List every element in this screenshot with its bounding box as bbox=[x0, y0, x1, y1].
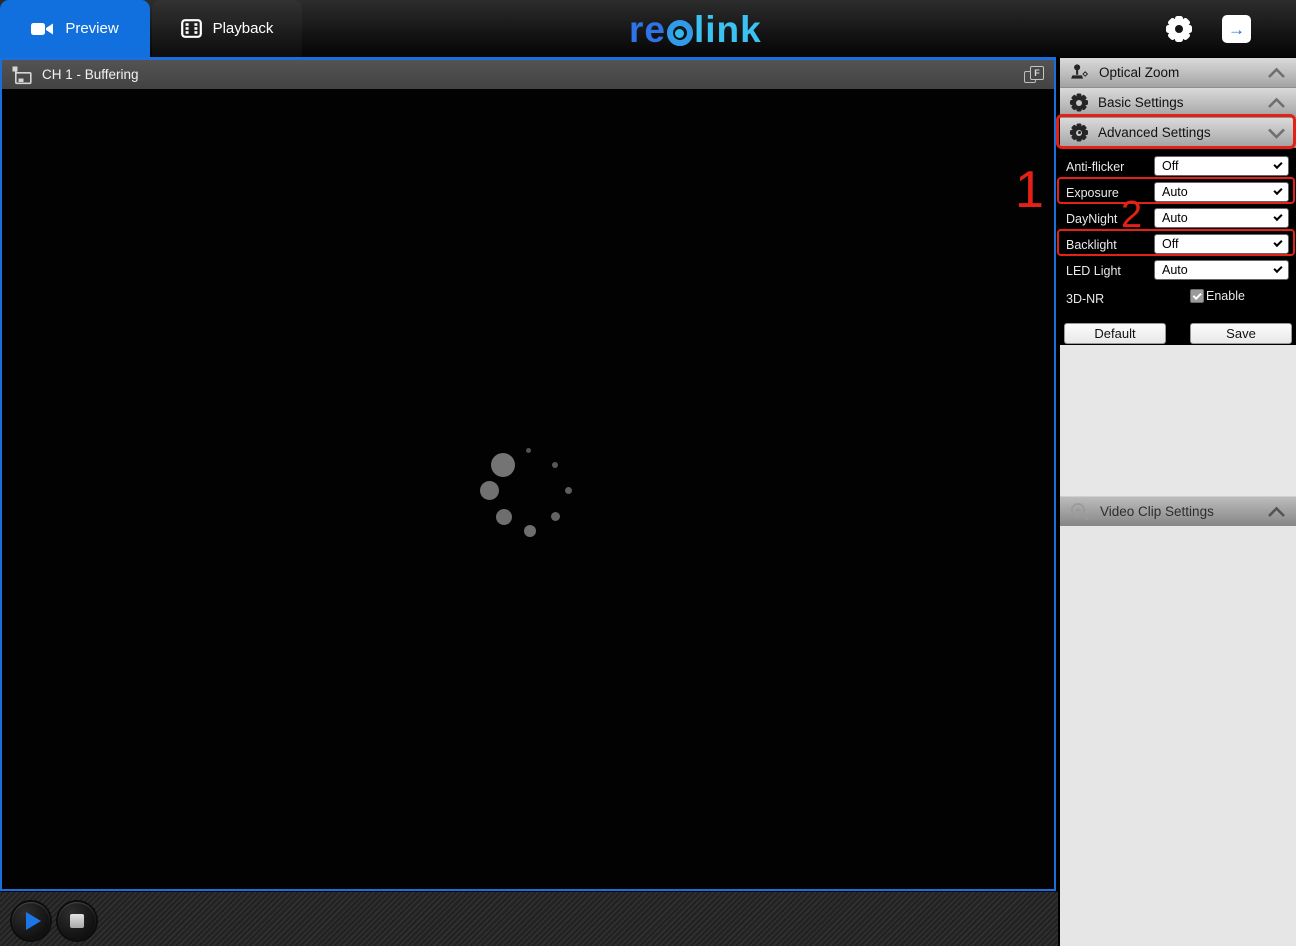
tab-playback[interactable]: Playback bbox=[152, 0, 302, 57]
led-light-select[interactable]: Auto bbox=[1154, 260, 1289, 280]
tab-preview[interactable]: Preview bbox=[0, 0, 150, 57]
logo-text-link: link bbox=[693, 9, 762, 50]
stop-icon bbox=[70, 914, 84, 928]
save-button[interactable]: Save bbox=[1190, 323, 1292, 344]
channel-title: CH 1 - Buffering bbox=[42, 67, 139, 82]
section-label: Optical Zoom bbox=[1099, 65, 1180, 80]
video-title-bar: CH 1 - Buffering F bbox=[2, 60, 1054, 89]
logout-arrow-icon: → bbox=[1228, 19, 1245, 39]
tab-preview-label: Preview bbox=[65, 20, 119, 37]
setting-label: Anti-flicker bbox=[1066, 160, 1125, 174]
film-icon bbox=[180, 19, 202, 38]
chevron-up-icon bbox=[1268, 97, 1285, 108]
exposure-select[interactable]: Auto bbox=[1154, 182, 1289, 202]
enable-checkbox[interactable] bbox=[1190, 289, 1204, 303]
chevron-down-icon bbox=[1273, 211, 1283, 222]
button-row: Default Save bbox=[1060, 323, 1296, 347]
play-icon bbox=[25, 912, 41, 930]
play-button[interactable] bbox=[12, 902, 50, 940]
section-advanced-settings[interactable]: Advanced Settings bbox=[1060, 118, 1296, 148]
stream-mode-letter: F bbox=[1030, 65, 1044, 80]
section-video-clip-settings[interactable]: Video Clip Settings bbox=[1060, 496, 1296, 526]
top-bar: Preview Playback re link → bbox=[0, 0, 1296, 57]
chevron-down-icon bbox=[1273, 263, 1283, 274]
section-basic-settings[interactable]: Basic Settings bbox=[1060, 88, 1296, 118]
section-label: Basic Settings bbox=[1098, 95, 1184, 110]
camera-icon bbox=[31, 22, 54, 35]
enable-checkbox-label: Enable bbox=[1206, 289, 1245, 303]
setting-label: 3D-NR bbox=[1066, 292, 1105, 306]
section-label: Video Clip Settings bbox=[1100, 504, 1214, 519]
default-button[interactable]: Default bbox=[1064, 323, 1166, 344]
playback-control-bar bbox=[0, 891, 1058, 946]
select-value: Off bbox=[1162, 159, 1179, 173]
reolink-client-window: Preview Playback re link → CH 1 - Buffer… bbox=[0, 0, 1296, 946]
logo-text-re: re bbox=[629, 9, 666, 50]
stop-button[interactable] bbox=[58, 902, 96, 940]
chevron-down-icon bbox=[1273, 237, 1283, 248]
anti-flicker-select[interactable]: Off bbox=[1154, 156, 1289, 176]
settings-sidebar: Optical Zoom Basic Settings Advanced Set… bbox=[1060, 58, 1296, 946]
setting-label: Exposure bbox=[1066, 186, 1119, 200]
annotation-step-1: 1 bbox=[1015, 161, 1044, 219]
enable-checkbox-group[interactable]: Enable bbox=[1190, 289, 1245, 303]
gear-advanced-icon bbox=[1070, 123, 1088, 142]
reolink-logo: re link bbox=[629, 9, 762, 50]
setting-label: DayNight bbox=[1066, 212, 1118, 226]
joystick-icon bbox=[1071, 64, 1089, 79]
backlight-select[interactable]: Off bbox=[1154, 234, 1289, 254]
zoom-in-icon bbox=[1071, 503, 1089, 521]
chevron-up-icon bbox=[1268, 67, 1285, 78]
setting-row-exposure: Exposure Auto bbox=[1060, 181, 1296, 207]
daynight-select[interactable]: Auto bbox=[1154, 208, 1289, 228]
tab-playback-label: Playback bbox=[212, 20, 274, 37]
chevron-down-icon bbox=[1273, 159, 1283, 170]
gear-icon bbox=[1070, 93, 1088, 112]
section-optical-zoom[interactable]: Optical Zoom bbox=[1060, 58, 1296, 88]
setting-label: LED Light bbox=[1066, 264, 1121, 278]
chevron-down-icon bbox=[1273, 185, 1283, 196]
chevron-up-icon bbox=[1268, 506, 1285, 517]
video-preview-panel: CH 1 - Buffering F 1 bbox=[0, 57, 1056, 891]
setting-row-backlight: Backlight Off bbox=[1060, 233, 1296, 259]
advanced-settings-panel: Anti-flicker Off Exposure Auto DayNight … bbox=[1060, 148, 1296, 345]
logout-button[interactable]: → bbox=[1222, 15, 1251, 43]
checkmark-icon bbox=[1192, 290, 1202, 300]
sidebar-empty-area bbox=[1060, 345, 1296, 496]
select-value: Auto bbox=[1162, 185, 1188, 199]
select-value: Auto bbox=[1162, 263, 1188, 277]
setting-label: Backlight bbox=[1066, 238, 1117, 252]
section-label: Advanced Settings bbox=[1098, 125, 1211, 140]
stream-mode-icon[interactable]: F bbox=[1023, 65, 1045, 85]
channel-icon bbox=[12, 66, 32, 84]
setting-row-3dnr: 3D-NR Enable bbox=[1060, 287, 1296, 313]
setting-row-led-light: LED Light Auto bbox=[1060, 259, 1296, 285]
sidebar-empty-area bbox=[1060, 526, 1296, 946]
setting-row-daynight: DayNight Auto bbox=[1060, 207, 1296, 233]
select-value: Auto bbox=[1162, 211, 1188, 225]
settings-gear-icon[interactable] bbox=[1166, 16, 1192, 42]
select-value: Off bbox=[1162, 237, 1179, 251]
chevron-down-icon bbox=[1268, 128, 1285, 139]
setting-row-anti-flicker: Anti-flicker Off bbox=[1060, 155, 1296, 181]
logo-lens-icon bbox=[666, 20, 693, 46]
